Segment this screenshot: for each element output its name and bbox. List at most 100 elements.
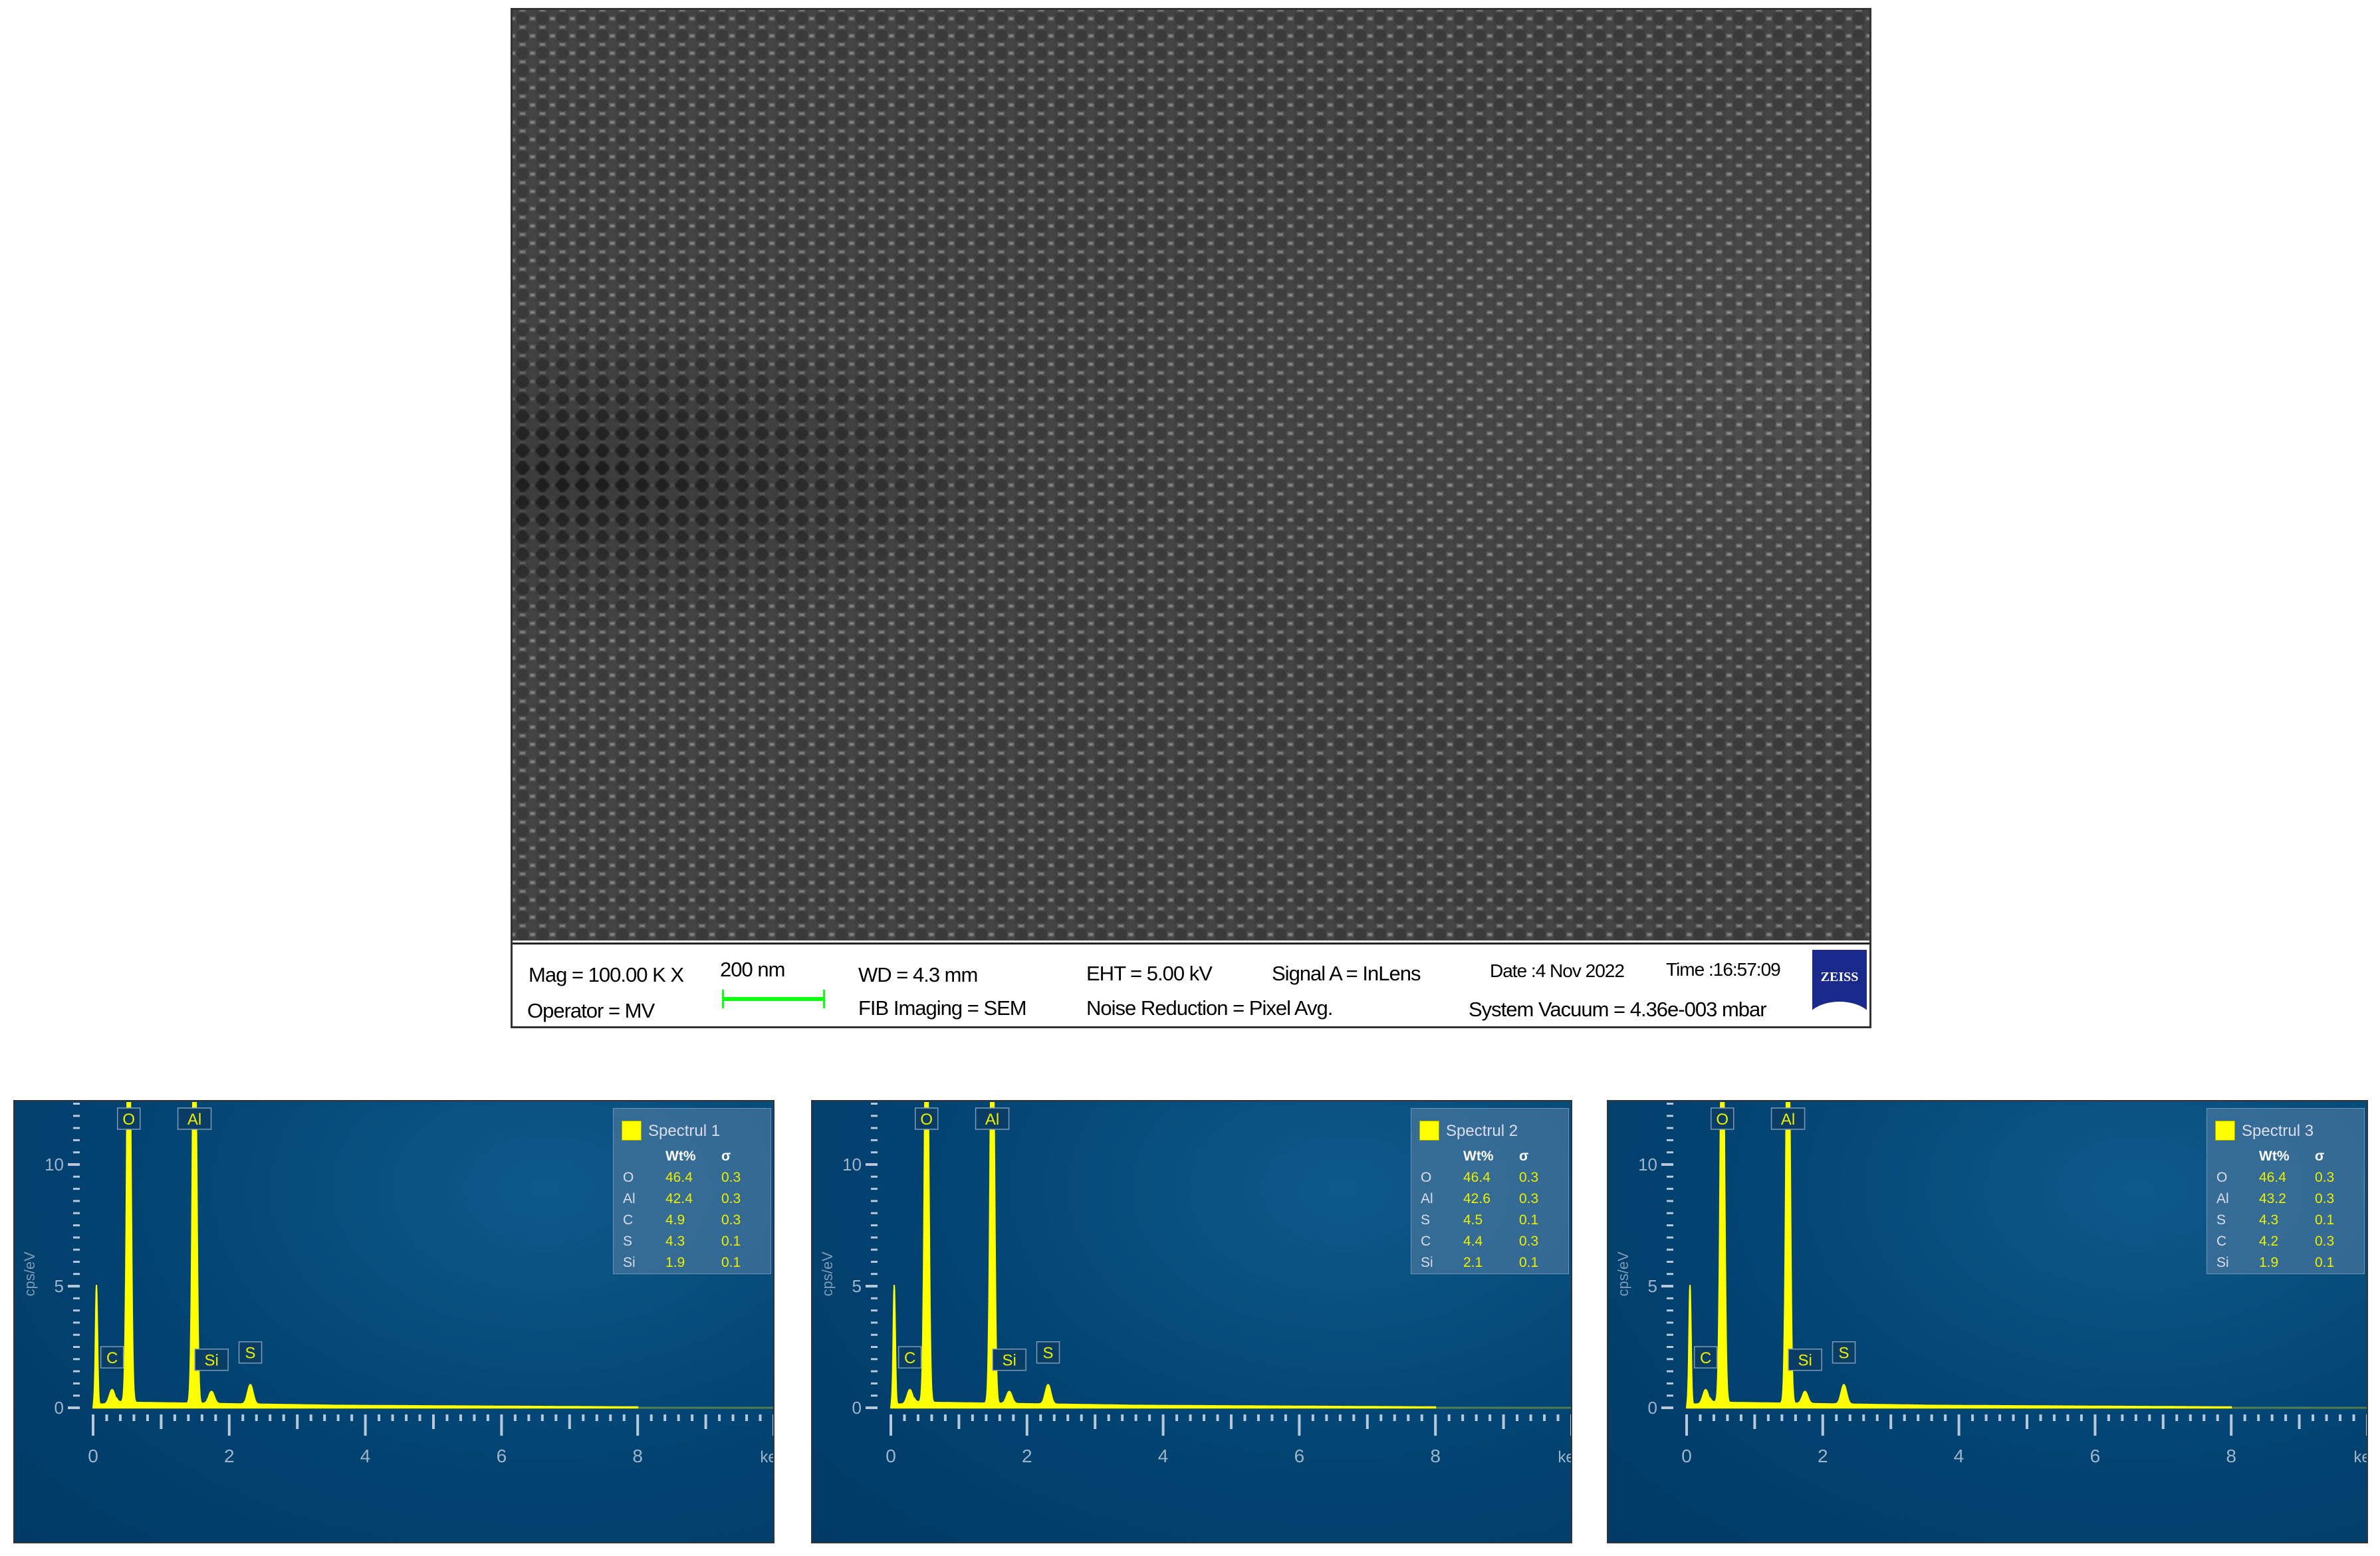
x-tick-label: 4 [360, 1446, 371, 1466]
x-tick-label: 2 [1818, 1446, 1828, 1466]
legend-row: Si 1.9 0.1 [2216, 1255, 2359, 1276]
y-axis-label: cps/eV [21, 1252, 38, 1297]
eds-spectrum-panel: 0 5 10 cps/eV 0 2 4 6 8 keV C O Al Si S Spectrul 2 Wt%… [811, 1100, 1572, 1543]
legend-sigma: 0.3 [1519, 1170, 1539, 1185]
x-tick-label: 0 [1681, 1446, 1692, 1466]
legend-header-wt: Wt% [665, 1149, 696, 1164]
legend-wt: 4.5 [1463, 1212, 1483, 1228]
x-tick-label: 8 [632, 1446, 643, 1466]
spectrum-legend: Spectrul 1 Wt% σ O 46.4 0.3 Al 42.4 0.3 … [613, 1108, 771, 1274]
legend-row: O 46.4 0.3 [623, 1170, 766, 1191]
legend-sigma: 0.3 [721, 1191, 741, 1206]
legend-wt: 4.4 [1463, 1234, 1483, 1249]
peak-label-al: Al [187, 1111, 201, 1129]
legend-row: C 4.2 0.3 [2216, 1234, 2359, 1255]
peak-label-si: Si [1003, 1352, 1016, 1370]
x-tick-label: 8 [2226, 1446, 2236, 1466]
signal-text: Signal A = InLens [1272, 962, 1421, 985]
x-tick-label: 0 [88, 1446, 98, 1466]
legend-element: C [2216, 1234, 2227, 1249]
time-text: Time :16:57:09 [1666, 959, 1781, 980]
legend-title: Spectrul 1 [648, 1122, 721, 1140]
y-tick-label: 0 [1648, 1398, 1657, 1418]
legend-element: S [1421, 1212, 1431, 1228]
zeiss-logo: ZEISS [1812, 950, 1867, 1016]
legend-header-wt: Wt% [2259, 1149, 2290, 1164]
legend-element: O [623, 1170, 634, 1185]
x-tick-label: 4 [1954, 1446, 1964, 1466]
legend-sigma: 0.3 [2315, 1234, 2335, 1249]
sem-info-bar: Mag = 100.00 K X 200 nm WD = 4.3 mm EHT … [513, 943, 1869, 1026]
legend-row: C 4.9 0.3 [623, 1212, 766, 1234]
legend-row: Si 1.9 0.1 [623, 1255, 766, 1276]
legend-sigma: 0.1 [721, 1255, 741, 1270]
legend-swatch [2215, 1121, 2235, 1141]
legend-row: C 4.4 0.3 [1421, 1234, 1564, 1255]
sem-micrograph: Mag = 100.00 K X 200 nm WD = 4.3 mm EHT … [511, 8, 1871, 1028]
legend-header-sigma: σ [1519, 1149, 1529, 1164]
legend-sigma: 0.3 [2315, 1191, 2335, 1206]
legend-element: O [2216, 1170, 2228, 1185]
legend-wt: 46.4 [2259, 1170, 2286, 1185]
legend-row: Si 2.1 0.1 [1421, 1255, 1564, 1276]
x-tick-label: 0 [886, 1446, 896, 1466]
x-tick-label: 2 [224, 1446, 235, 1466]
legend-element: Si [1421, 1255, 1433, 1270]
legend-row: O 46.4 0.3 [1421, 1170, 1564, 1191]
legend-row: S 4.3 0.1 [2216, 1212, 2359, 1234]
legend-wt: 4.3 [665, 1234, 685, 1249]
peak-label-si: Si [1798, 1352, 1812, 1370]
legend-element: Si [623, 1255, 636, 1270]
mag-text: Mag = 100.00 K X [529, 963, 684, 986]
peak-label-c: C [904, 1349, 915, 1367]
date-text: Date :4 Nov 2022 [1490, 960, 1625, 981]
wd-text: WD = 4.3 mm [858, 963, 978, 986]
legend-element: S [2216, 1212, 2226, 1228]
peak-label-c: C [106, 1349, 118, 1367]
legend-header-sigma: σ [721, 1149, 731, 1164]
legend-element: Al [623, 1191, 636, 1206]
legend-wt: 4.9 [665, 1212, 685, 1228]
legend-element: C [623, 1212, 634, 1228]
x-axis-label: keV [760, 1448, 774, 1466]
legend-header-sigma: σ [2315, 1149, 2325, 1164]
y-tick-label: 0 [55, 1398, 64, 1418]
peak-label-o: O [1716, 1111, 1728, 1129]
spectrum-line [92, 1102, 639, 1408]
peak-label-c: C [1700, 1349, 1711, 1367]
zeiss-logo-text: ZEISS [1820, 970, 1859, 984]
legend-element: Al [1421, 1191, 1433, 1206]
x-axis-label: keV [2353, 1448, 2368, 1466]
x-axis-label: keV [1558, 1448, 1572, 1466]
peak-label-al: Al [985, 1111, 999, 1129]
y-tick-label: 0 [852, 1398, 862, 1418]
y-tick-label: 10 [45, 1155, 64, 1174]
x-tick-label: 6 [2090, 1446, 2101, 1466]
x-tick-label: 4 [1158, 1446, 1169, 1466]
spectrum-legend: Spectrul 3 Wt% σ O 46.4 0.3 Al 43.2 0.3 … [2206, 1108, 2365, 1274]
peak-label-o: O [920, 1111, 933, 1129]
legend-title: Spectrul 2 [1446, 1122, 1518, 1140]
x-tick-label: 8 [1430, 1446, 1441, 1466]
legend-row: S 4.5 0.1 [1421, 1212, 1564, 1234]
x-tick-label: 2 [1022, 1446, 1032, 1466]
legend-row: S 4.3 0.1 [623, 1234, 766, 1255]
fib-text: FIB Imaging = SEM [858, 996, 1027, 1020]
peak-label-s: S [245, 1345, 256, 1363]
legend-sigma: 0.3 [721, 1212, 741, 1228]
noise-text: Noise Reduction = Pixel Avg. [1086, 996, 1333, 1020]
vacuum-text: System Vacuum = 4.36e-003 mbar [1469, 998, 1767, 1021]
legend-sigma: 0.1 [721, 1234, 741, 1249]
legend-wt: 2.1 [1463, 1255, 1483, 1270]
legend-wt: 46.4 [1463, 1170, 1490, 1185]
legend-wt: 4.3 [2259, 1212, 2279, 1228]
legend-row: Al 42.6 0.3 [1421, 1191, 1564, 1212]
legend-element: S [623, 1234, 633, 1249]
peak-label-o: O [122, 1111, 135, 1129]
y-tick-label: 10 [1638, 1155, 1657, 1174]
x-tick-label: 6 [497, 1446, 507, 1466]
legend-wt: 42.6 [1463, 1191, 1490, 1206]
legend-sigma: 0.1 [1519, 1255, 1539, 1270]
legend-row: Al 42.4 0.3 [623, 1191, 766, 1212]
y-axis-label: cps/eV [1615, 1252, 1631, 1297]
